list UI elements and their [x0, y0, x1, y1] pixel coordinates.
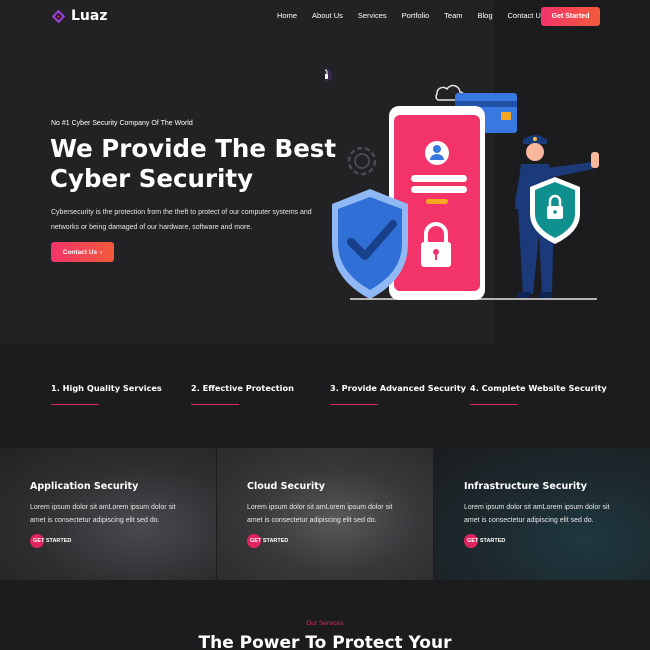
contact-us-button[interactable]: Contact Us ›: [51, 242, 114, 262]
card-description: Lorem ipsum dolor sit amLorem ipsum dolo…: [464, 504, 610, 524]
logo-text: Luaz: [71, 8, 108, 24]
card-button-label: GET STARTED: [33, 538, 72, 544]
nav-contact-us[interactable]: Contact Us: [508, 11, 545, 20]
card-get-started-button[interactable]: GET STARTED: [247, 534, 288, 548]
site-header: Luaz Home About Us Services Portfolio Te…: [0, 0, 650, 34]
feature-title: 3. Provide Advanced Security: [330, 383, 466, 393]
nav-blog[interactable]: Blog: [478, 11, 493, 20]
hero-title: We Provide The Best Cyber Security: [50, 134, 350, 194]
feature-item: 1. High Quality Services: [51, 383, 162, 405]
feature-item: 4. Complete Website Security: [470, 383, 607, 405]
feature-item: 3. Provide Advanced Security: [330, 383, 466, 405]
nav-team[interactable]: Team: [444, 11, 462, 20]
logo-icon: [51, 9, 66, 23]
contact-us-label: Contact Us: [62, 248, 98, 256]
nav-services[interactable]: Services: [358, 11, 387, 20]
get-started-button[interactable]: Get Started: [541, 7, 600, 26]
card-cloud-security[interactable]: Cloud Security Lorem ipsum dolor sit amL…: [217, 448, 433, 580]
main-nav: Home About Us Services Portfolio Team Bl…: [277, 11, 560, 20]
nav-about-us[interactable]: About Us: [312, 11, 343, 20]
card-application-security[interactable]: Application Security Lorem ipsum dolor s…: [0, 448, 216, 580]
feature-underline: [191, 404, 239, 405]
logo[interactable]: Luaz: [51, 8, 107, 24]
card-description: Lorem ipsum dolor sit amLorem ipsum dolo…: [247, 504, 393, 524]
card-get-started-button[interactable]: GET STARTED: [464, 534, 505, 548]
hero-title-line1: We Provide The Best: [50, 134, 337, 163]
card-title: Infrastructure Security: [464, 481, 587, 492]
feature-title: 4. Complete Website Security: [470, 383, 607, 393]
service-cards: Application Security Lorem ipsum dolor s…: [0, 448, 650, 580]
chevron-right-icon: ›: [100, 248, 103, 256]
feature-title: 2. Effective Protection: [191, 383, 294, 393]
hero-subtitle: No #1 Cyber Security Company Of The Worl…: [51, 120, 193, 127]
feature-underline: [330, 404, 378, 405]
nav-portfolio[interactable]: Portfolio: [402, 11, 430, 20]
hero-description: Cybersecurity is the protection from the…: [51, 209, 312, 231]
services-section-label: Our Services: [306, 620, 344, 627]
card-title: Cloud Security: [247, 481, 325, 492]
card-infrastructure-security[interactable]: Infrastructure Security Lorem ipsum dolo…: [434, 448, 650, 580]
cyber-security-illustration: [325, 68, 599, 300]
feature-underline: [470, 404, 518, 405]
feature-underline: [51, 404, 99, 405]
card-button-label: GET STARTED: [250, 538, 289, 544]
services-section-title: The Power To Protect Your: [198, 633, 452, 650]
card-description: Lorem ipsum dolor sit amLorem ipsum dolo…: [30, 504, 176, 524]
card-button-label: GET STARTED: [467, 538, 506, 544]
hero-title-line2: Cyber Security: [50, 164, 254, 193]
nav-home[interactable]: Home: [277, 11, 297, 20]
gear-icon: [347, 146, 377, 176]
feature-item: 2. Effective Protection: [191, 383, 294, 405]
card-title: Application Security: [30, 481, 139, 492]
card-get-started-button[interactable]: GET STARTED: [30, 534, 71, 548]
feature-title: 1. High Quality Services: [51, 383, 162, 393]
